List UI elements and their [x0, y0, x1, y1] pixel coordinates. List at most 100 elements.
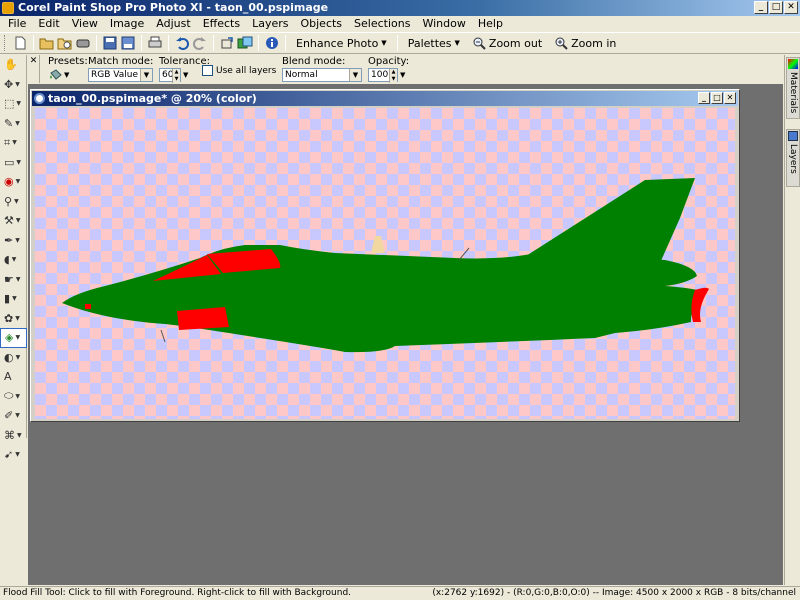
organizer-icon[interactable]: [236, 34, 254, 52]
eraser-icon: ▮: [4, 292, 11, 306]
zoom-out-label: Zoom out: [488, 36, 543, 50]
menu-window[interactable]: Window: [416, 16, 471, 32]
layers-tab[interactable]: Layers: [786, 129, 800, 187]
tolerance-spinner[interactable]: ▲ ▼: [172, 69, 180, 83]
toolbar-separator: [285, 35, 286, 51]
minimize-button[interactable]: _: [754, 1, 768, 14]
opacity-spinner[interactable]: ▲ ▼: [389, 69, 397, 83]
chevron-down-icon: ▼: [15, 217, 21, 225]
tool-paint-brush[interactable]: ✒ ▼: [0, 231, 27, 251]
tool-red-eye[interactable]: ◉ ▼: [0, 172, 27, 192]
tool-pan[interactable]: ✋: [0, 55, 27, 75]
warp-brush-icon: ⌘: [4, 428, 15, 442]
menu-help[interactable]: Help: [472, 16, 509, 32]
tool-dropper[interactable]: ✎ ▼: [0, 114, 27, 134]
preset-shape-icon: ⬭: [4, 389, 14, 403]
menu-image[interactable]: Image: [104, 16, 150, 32]
tool-dodge[interactable]: ◖ ▼: [0, 250, 27, 270]
materials-label: Materials: [788, 72, 798, 114]
image-canvas[interactable]: [35, 108, 735, 419]
zoom-out-button[interactable]: Zoom out: [466, 36, 548, 50]
tool-crop[interactable]: ⌗ ▼: [0, 133, 27, 153]
move-icon: ✥: [4, 77, 14, 91]
open-folder-icon[interactable]: [38, 34, 56, 52]
menu-view[interactable]: View: [66, 16, 104, 32]
tool-pick[interactable]: ➹ ▼: [0, 445, 27, 465]
toolbar-grip[interactable]: [4, 35, 7, 51]
presets-label: Presets:: [48, 56, 88, 67]
menu-edit[interactable]: Edit: [32, 16, 65, 32]
chevron-down-icon: ▼: [381, 39, 387, 47]
minimize-button[interactable]: _: [698, 92, 710, 104]
maximize-button[interactable]: □: [711, 92, 723, 104]
opacity-input[interactable]: 100 ▲ ▼: [368, 68, 398, 83]
tool-text[interactable]: A: [0, 367, 27, 387]
chevron-down-icon[interactable]: ▼: [183, 71, 188, 79]
blend-mode-group: Blend mode: Normal ▼: [282, 56, 362, 82]
menu-layers[interactable]: Layers: [246, 16, 294, 32]
presets-dropdown[interactable]: ▼: [48, 68, 72, 82]
use-all-layers-checkbox[interactable]: [202, 65, 213, 76]
tool-pen[interactable]: ✐ ▼: [0, 406, 27, 426]
palettes-button[interactable]: Palettes ▼: [402, 37, 466, 50]
menu-adjust[interactable]: Adjust: [150, 16, 196, 32]
browse-icon[interactable]: [56, 34, 74, 52]
standard-toolbar: Enhance Photo ▼ Palettes ▼ Zoom out Zoom…: [0, 32, 800, 54]
tool-eraser[interactable]: ▮ ▼: [0, 289, 27, 309]
materials-icon: [788, 59, 798, 69]
tool-smudge[interactable]: ☛ ▼: [0, 270, 27, 290]
close-button[interactable]: ✕: [724, 92, 736, 104]
image-window-title-bar[interactable]: taon_00.pspimage* @ 20% (color) _ □ ✕: [32, 91, 738, 106]
tolerance-input[interactable]: 60 ▲ ▼: [159, 68, 181, 83]
tool-flood-fill[interactable]: ◈ ▼: [0, 328, 27, 348]
jet-antenna: [371, 236, 385, 253]
pan-icon: ✋: [4, 58, 18, 72]
maximize-button[interactable]: □: [769, 1, 783, 14]
jet-exhaust: [691, 287, 709, 322]
menu-objects[interactable]: Objects: [294, 16, 348, 32]
window-controls: _ □ ✕: [754, 1, 798, 14]
jet-tail-fin: [515, 178, 695, 263]
tool-preset-shape[interactable]: ⬭ ▼: [0, 387, 27, 407]
presets-group: Presets: ▼: [48, 56, 88, 82]
new-file-icon[interactable]: [11, 34, 29, 52]
layers-icon: [788, 131, 798, 141]
redo-icon[interactable]: [191, 34, 209, 52]
undo-icon[interactable]: [173, 34, 191, 52]
dodge-icon: ◖: [4, 253, 10, 267]
chevron-down-icon[interactable]: ▼: [400, 71, 405, 79]
materials-tab[interactable]: Materials: [786, 57, 800, 119]
menu-bar: File Edit View Image Adjust Effects Laye…: [0, 16, 800, 32]
toolbar-separator: [396, 35, 398, 51]
zoom-in-button[interactable]: Zoom in: [548, 36, 622, 50]
tool-color-replacer[interactable]: ◐ ▼: [0, 348, 27, 368]
tool-warp-brush[interactable]: ⌘ ▼: [0, 426, 27, 446]
tool-clone[interactable]: ⚲ ▼: [0, 192, 27, 212]
tool-scratch-remover[interactable]: ⚒ ▼: [0, 211, 27, 231]
tool-picture-tube[interactable]: ✿ ▼: [0, 309, 27, 329]
crop-canvas-icon[interactable]: [218, 34, 236, 52]
palette-bar: Materials Layers: [784, 55, 800, 585]
save-as-icon[interactable]: [119, 34, 137, 52]
close-button[interactable]: ✕: [784, 1, 798, 14]
tool-selection[interactable]: ⬚ ▼: [0, 94, 27, 114]
selection-icon: ⬚: [4, 97, 15, 111]
jet-nose-light: [85, 304, 91, 309]
chevron-down-icon: ▼: [12, 295, 17, 303]
tool-move[interactable]: ✥ ▼: [0, 75, 27, 95]
print-icon[interactable]: [146, 34, 164, 52]
info-icon[interactable]: [263, 34, 281, 52]
save-icon[interactable]: [101, 34, 119, 52]
menu-selections[interactable]: Selections: [348, 16, 416, 32]
match-mode-select[interactable]: RGB Value ▼: [88, 68, 153, 82]
chevron-down-icon: ▼: [349, 69, 361, 81]
menu-file[interactable]: File: [2, 16, 32, 32]
menu-effects[interactable]: Effects: [197, 16, 246, 32]
tool-straighten[interactable]: ▭ ▼: [0, 153, 27, 173]
close-icon[interactable]: ✕: [28, 55, 40, 83]
blend-mode-select[interactable]: Normal ▼: [282, 68, 362, 82]
enhance-photo-button[interactable]: Enhance Photo ▼: [290, 37, 393, 50]
enhance-photo-label: Enhance Photo: [296, 36, 379, 50]
flood-fill-icon: ◈: [5, 331, 14, 345]
scan-icon[interactable]: [74, 34, 92, 52]
